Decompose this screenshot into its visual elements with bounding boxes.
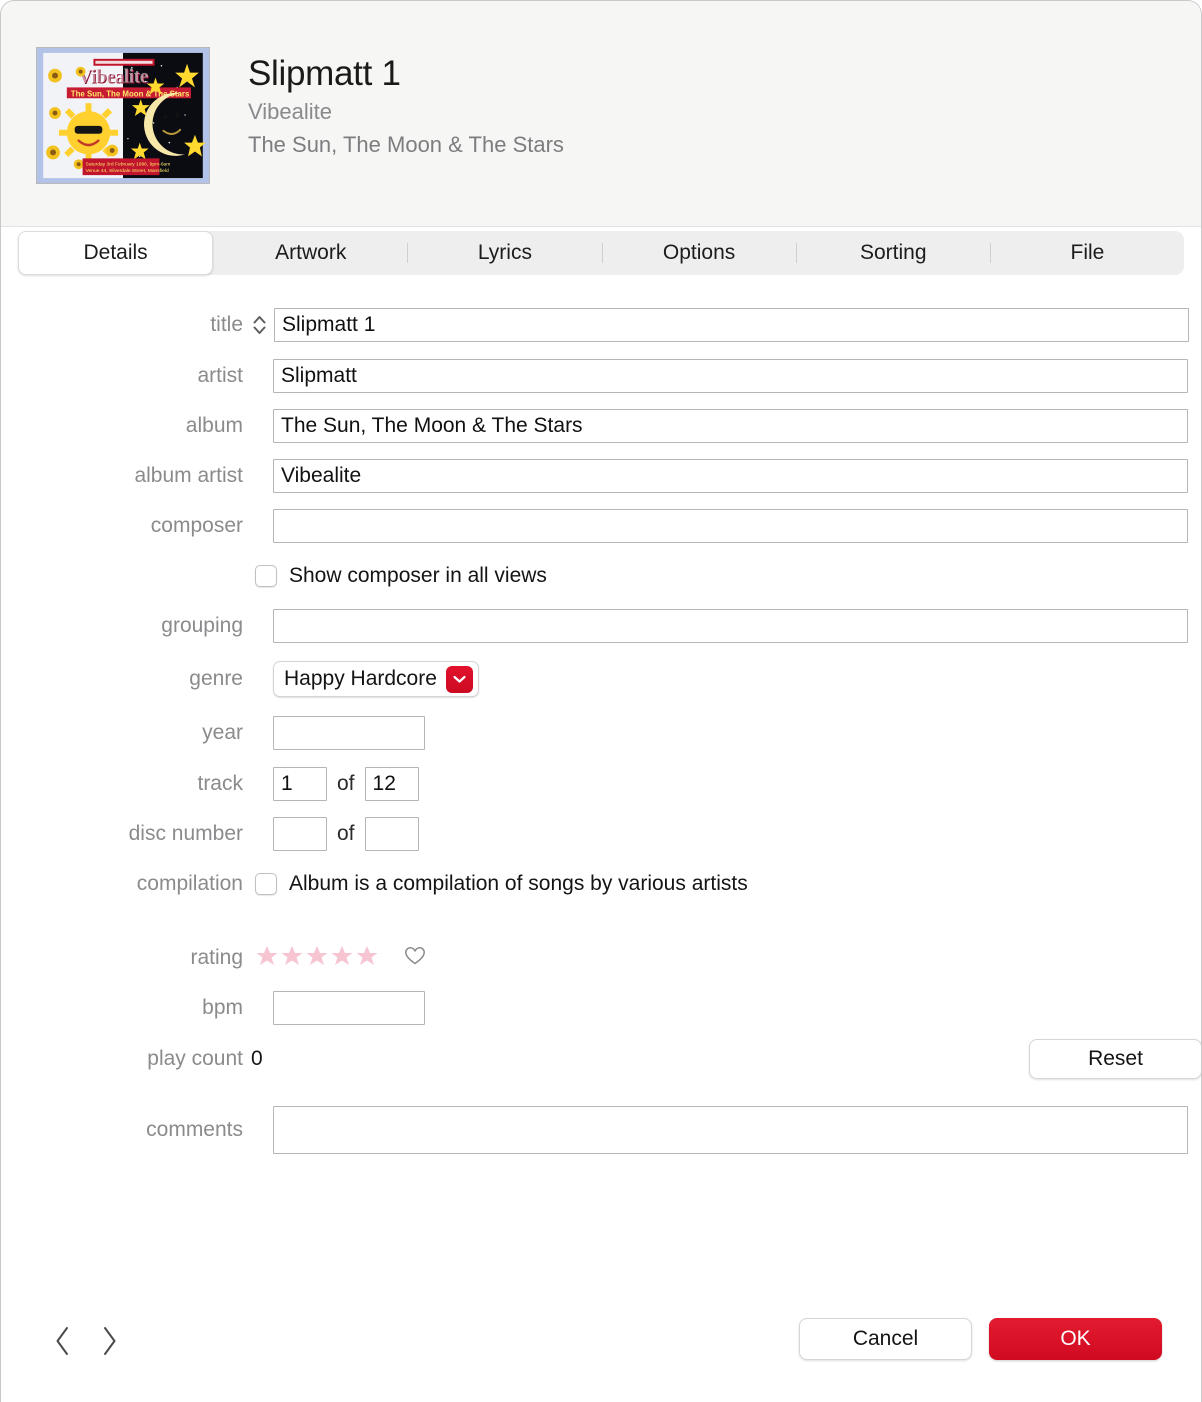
chevron-down-icon[interactable] <box>445 665 473 693</box>
artist-label: artist <box>197 364 243 387</box>
row-rating: rating <box>0 933 1202 983</box>
svg-text:Vibealite: Vibealite <box>78 65 149 87</box>
row-comments: comments <box>0 1105 1202 1155</box>
chevron-left-icon[interactable] <box>52 1324 74 1358</box>
tab-details[interactable]: Details <box>18 231 214 275</box>
tab-artwork[interactable]: Artwork <box>214 231 407 275</box>
track-of-label: of <box>337 772 355 795</box>
header-artist: Vibealite <box>248 99 332 124</box>
compilation-label: compilation <box>136 872 243 895</box>
svg-text:Venue 44, Silverdale Street, M: Venue 44, Silverdale Street, Mansfield <box>86 168 169 174</box>
disc-total-input[interactable] <box>364 817 419 851</box>
row-compilation: compilation Album is a compilation of so… <box>0 859 1202 909</box>
tab-options[interactable]: Options <box>603 231 796 275</box>
title-label: title <box>210 313 243 336</box>
star-icon[interactable] <box>305 944 329 973</box>
star-icon[interactable] <box>280 944 304 973</box>
comments-input[interactable] <box>273 1106 1188 1154</box>
genre-value: Happy Hardcore <box>284 667 437 690</box>
dialog-header: Vibealite Vibealite The Sun, The Moon & … <box>0 0 1202 227</box>
row-artist: artist Slipmatt <box>0 351 1202 401</box>
comments-label: comments <box>146 1118 243 1141</box>
disc-number-input[interactable] <box>273 817 327 851</box>
track-number-input[interactable]: 1 <box>273 767 327 801</box>
header-text-block: Slipmatt 1 Vibealite The Sun, The Moon &… <box>248 52 564 162</box>
row-disc: disc number of <box>0 809 1202 859</box>
play-count-label: play count <box>147 1047 243 1070</box>
rating-stars[interactable] <box>255 944 426 973</box>
album-artwork[interactable]: Vibealite Vibealite The Sun, The Moon & … <box>36 47 210 184</box>
artist-input[interactable]: Slipmatt <box>273 359 1188 393</box>
header-album: The Sun, The Moon & The Stars <box>248 132 564 157</box>
navigation-arrows <box>52 1324 120 1358</box>
grouping-input[interactable] <box>273 609 1188 643</box>
rating-label: rating <box>190 946 243 969</box>
row-album: album The Sun, The Moon & The Stars <box>0 401 1202 451</box>
page-title: Slipmatt 1 <box>248 54 401 93</box>
details-form: title Slipmatt 1 artist Slipmatt album T… <box>0 299 1202 1155</box>
chevron-right-icon[interactable] <box>98 1324 120 1358</box>
tabbar: Details Artwork Lyrics Options Sorting F… <box>18 231 1184 275</box>
tabbar-container: Details Artwork Lyrics Options Sorting F… <box>0 227 1202 299</box>
heart-icon[interactable] <box>404 946 426 971</box>
track-total-input[interactable]: 12 <box>364 767 419 801</box>
year-label: year <box>202 721 243 744</box>
composer-label: composer <box>150 514 243 537</box>
bpm-input[interactable] <box>273 991 425 1025</box>
track-info-window: Vibealite Vibealite The Sun, The Moon & … <box>0 0 1202 1402</box>
year-input[interactable] <box>273 716 425 750</box>
disc-label: disc number <box>128 822 243 845</box>
star-icon[interactable] <box>355 944 379 973</box>
row-play-count: play count 0 Reset <box>0 1033 1202 1085</box>
cancel-button[interactable]: Cancel <box>799 1318 972 1360</box>
compilation-checkbox[interactable] <box>255 873 277 895</box>
ok-button[interactable]: OK <box>989 1318 1162 1360</box>
genre-combobox[interactable]: Happy Hardcore <box>273 661 479 697</box>
row-composer: composer <box>0 501 1202 551</box>
tab-sorting[interactable]: Sorting <box>797 231 990 275</box>
title-input[interactable]: Slipmatt 1 <box>274 308 1189 342</box>
album-input[interactable]: The Sun, The Moon & The Stars <box>273 409 1188 443</box>
show-composer-checkbox[interactable] <box>255 565 277 587</box>
album-label: album <box>185 414 243 437</box>
title-stepper-icon[interactable] <box>251 312 268 338</box>
bpm-label: bpm <box>202 996 243 1019</box>
composer-input[interactable] <box>273 509 1188 543</box>
play-count-value: 0 <box>251 1047 263 1070</box>
row-genre: genre Happy Hardcore <box>0 651 1202 707</box>
reset-button[interactable]: Reset <box>1029 1039 1202 1079</box>
album-artist-input[interactable]: Vibealite <box>273 459 1188 493</box>
show-composer-label: Show composer in all views <box>289 564 547 587</box>
row-bpm: bpm <box>0 983 1202 1033</box>
row-album-artist: album artist Vibealite <box>0 451 1202 501</box>
tab-lyrics[interactable]: Lyrics <box>408 231 601 275</box>
grouping-label: grouping <box>161 614 243 637</box>
album-artist-label: album artist <box>134 464 243 487</box>
tab-file[interactable]: File <box>991 231 1184 275</box>
star-icon[interactable] <box>255 944 279 973</box>
row-show-composer: Show composer in all views <box>0 551 1202 601</box>
disc-of-label: of <box>337 822 355 845</box>
row-track: track 1 of 12 <box>0 759 1202 809</box>
svg-text:Saturday 3rd February 1996, 9p: Saturday 3rd February 1996, 9pm-6am <box>86 161 171 167</box>
dialog-footer: Cancel OK <box>0 1306 1202 1402</box>
row-title: title Slipmatt 1 <box>0 299 1202 351</box>
genre-label: genre <box>189 667 243 690</box>
row-grouping: grouping <box>0 601 1202 651</box>
star-icon[interactable] <box>330 944 354 973</box>
compilation-text: Album is a compilation of songs by vario… <box>289 872 748 895</box>
row-year: year <box>0 707 1202 759</box>
track-label: track <box>197 772 243 795</box>
